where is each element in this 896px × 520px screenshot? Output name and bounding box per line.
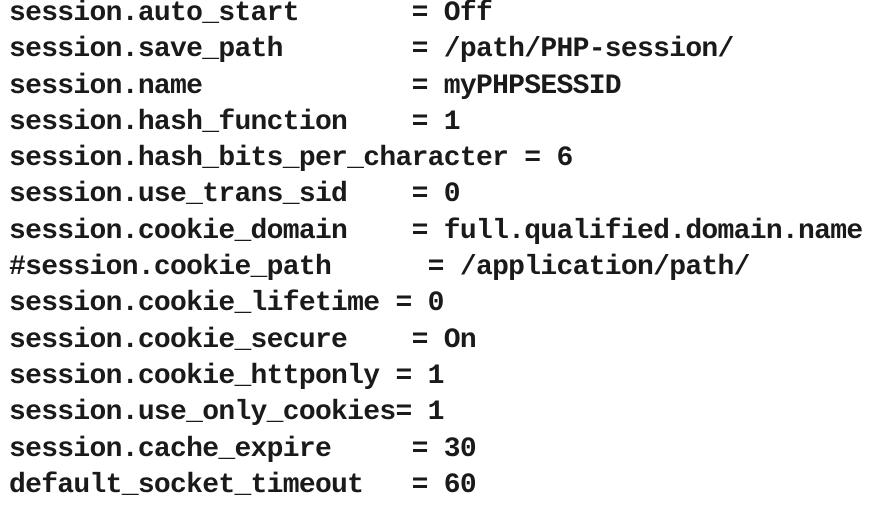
config-line-use-only-cookies: session.use_only_cookies= 1 [9, 397, 444, 429]
config-line-cookie-secure: session.cookie_secure = On [9, 324, 477, 356]
php-ini-config-block: session.auto_start = Off session.save_pat… [0, 0, 896, 519]
config-line-default-socket-timeout: default_socket_timeout = 60 [9, 469, 477, 501]
config-line-use-trans-sid: session.use_trans_sid = 0 [9, 179, 461, 211]
config-line-cookie-path-commented: #session.cookie_path = /application/path… [9, 252, 750, 284]
config-line-save-path: session.save_path = /path/PHP-session/ [9, 34, 734, 66]
config-line-auto-start: session.auto_start = Off [9, 0, 493, 29]
config-line-hash-function: session.hash_function = 1 [9, 106, 461, 138]
config-line-cookie-lifetime: session.cookie_lifetime = 0 [9, 288, 444, 320]
config-line-cache-expire: session.cache_expire = 30 [9, 433, 477, 465]
config-line-cookie-httponly: session.cookie_httponly = 1 [9, 360, 444, 392]
config-line-hash-bits-per-character: session.hash_bits_per_character = 6 [9, 143, 573, 175]
config-line-cookie-domain: session.cookie_domain = full.qualified.d… [9, 215, 863, 247]
config-line-name: session.name = myPHPSESSID [9, 70, 622, 102]
